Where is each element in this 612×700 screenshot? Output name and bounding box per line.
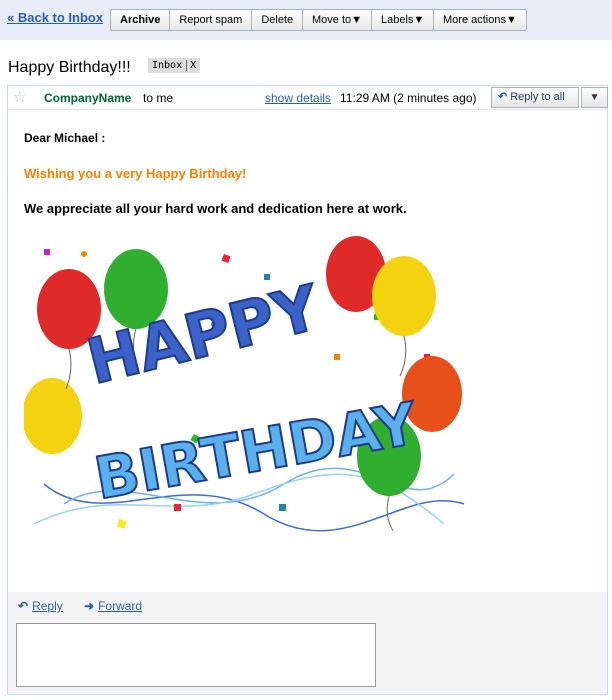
back-to-inbox-link[interactable]: « Back to Inbox (7, 10, 103, 25)
forward-link[interactable]: ➜ Forward (84, 599, 142, 613)
recipient-text: to me (143, 91, 174, 105)
message-card: ☆ CompanyName to me show details 11:29 A… (7, 85, 608, 695)
message-timestamp: 11:29 AM (2 minutes ago) (340, 91, 477, 105)
email-subject: Happy Birthday!!! (8, 59, 131, 76)
more-actions-group: More actions▼ (433, 9, 527, 31)
appreciation-text: We appreciate all your hard work and ded… (24, 201, 407, 216)
delete-button[interactable]: Delete (252, 10, 302, 30)
message-toolbar: « Back to Inbox Archive Report spam Dele… (0, 0, 612, 40)
message-menu-button[interactable]: ▼ (581, 87, 608, 108)
archive-button[interactable]: Archive (111, 10, 171, 30)
reply-all-label: Reply to all (510, 91, 565, 103)
reply-footer: ↶ Reply ➜ Forward (8, 592, 607, 694)
reply-all-icon: ↶ (498, 91, 508, 103)
quick-reply-input[interactable] (16, 623, 376, 687)
forward-link-label: Forward (98, 599, 143, 613)
birthday-wish-text: Wishing you a very Happy Birthday! (24, 166, 247, 181)
inbox-label-chip: Inbox X (148, 58, 201, 73)
action-button-group: Archive Report spam Delete (110, 9, 304, 31)
labels-button[interactable]: Labels▼ (372, 10, 433, 30)
reply-link[interactable]: ↶ Reply (18, 599, 63, 613)
chevron-down-icon: ▼ (589, 92, 600, 103)
organize-button-group: Move to▼ Labels▼ (302, 9, 435, 31)
reply-arrow-icon: ↶ (18, 599, 29, 613)
label-name: Inbox (152, 60, 183, 71)
more-actions-button[interactable]: More actions▼ (434, 10, 526, 30)
report-spam-button[interactable]: Report spam (170, 10, 253, 30)
remove-label-button[interactable]: X (186, 60, 197, 71)
move-to-button[interactable]: Move to▼ (303, 10, 373, 30)
star-icon[interactable]: ☆ (13, 88, 26, 106)
forward-arrow-icon: ➜ (84, 599, 95, 613)
reply-link-label: Reply (32, 599, 63, 613)
reply-all-button[interactable]: ↶ Reply to all (491, 87, 579, 108)
greeting-text: Dear Michael : (24, 131, 106, 145)
show-details-link[interactable]: show details (265, 91, 331, 105)
message-header: ☆ CompanyName to me show details 11:29 A… (8, 86, 608, 110)
sender-name[interactable]: CompanyName (44, 91, 131, 105)
happy-birthday-image: HAPPY BIRTHDAY (24, 234, 466, 539)
